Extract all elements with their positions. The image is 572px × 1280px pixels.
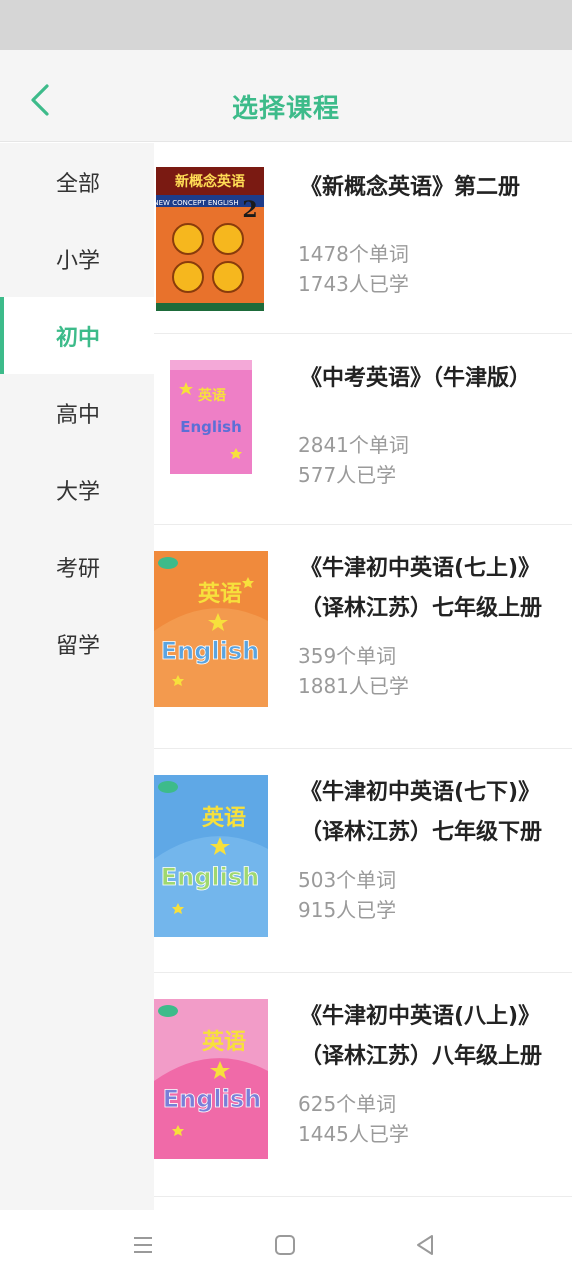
cover-title: 英语 xyxy=(197,387,226,404)
learner-count: 1881人已学 xyxy=(298,674,409,698)
course-cover: 英语 English xyxy=(154,999,268,1159)
sidebar-item-junior-high[interactable]: 初中 xyxy=(0,297,154,374)
course-item[interactable]: 英语 English 《中考英语》（牛津版） 2841个单词 577人已学 xyxy=(154,334,572,525)
cover-subtitle: English xyxy=(163,1085,261,1113)
nav-back-button[interactable] xyxy=(410,1230,440,1260)
course-cover: 新概念英语 NEW CONCEPT ENGLISH 2 xyxy=(156,167,264,311)
course-cover: 英语 English xyxy=(154,551,268,707)
cover-subtitle: English xyxy=(161,637,259,665)
course-title-line-2: （译林江苏）八年级上册 xyxy=(300,1044,543,1069)
triangle-back-icon xyxy=(417,1235,433,1255)
word-count: 625个单词 xyxy=(298,1092,397,1116)
cover-title: 英语 xyxy=(202,806,246,831)
course-title-line-2: （译林江苏）七年级下册 xyxy=(300,820,543,845)
system-nav-bar xyxy=(0,1210,572,1280)
sidebar-item-primary[interactable]: 小学 xyxy=(0,220,154,297)
course-item[interactable]: 英语 English 《牛津初中英语(七下)》 （译林江苏）七年级下册 503个… xyxy=(154,749,572,973)
nav-menu-button[interactable] xyxy=(128,1230,158,1260)
cover-subtitle: English xyxy=(180,418,242,436)
course-title-line-2: （译林江苏）七年级上册 xyxy=(300,596,543,621)
word-count: 359个单词 xyxy=(298,644,397,668)
cover-subtitle: English xyxy=(161,863,259,891)
sidebar-item-label: 全部 xyxy=(56,171,101,197)
status-bar xyxy=(0,0,572,50)
learner-count: 577人已学 xyxy=(298,463,397,487)
learner-count: 915人已学 xyxy=(298,898,397,922)
course-title-line-1: 《牛津初中英语(七上)》 xyxy=(300,556,541,581)
cover-title: 英语 xyxy=(198,582,242,607)
cover-title: 英语 xyxy=(202,1030,246,1055)
course-cover: 英语 English xyxy=(170,360,252,474)
sidebar-item-label: 大学 xyxy=(56,479,101,505)
course-title: 《中考英语》（牛津版） xyxy=(300,366,532,391)
course-title: 《新概念英语》第二册 xyxy=(300,175,521,200)
word-count: 2841个单词 xyxy=(298,433,409,457)
cover-number: 2 xyxy=(242,197,257,223)
header: 选择课程 xyxy=(0,50,572,142)
word-count: 503个单词 xyxy=(298,868,397,892)
course-item[interactable]: 英语 English 《牛津初中英语(八上)》 （译林江苏）八年级上册 625个… xyxy=(154,973,572,1197)
word-count: 1478个单词 xyxy=(298,242,409,266)
sidebar-item-senior-high[interactable]: 高中 xyxy=(0,374,154,451)
menu-icon xyxy=(134,1237,152,1253)
course-cover: 英语 English xyxy=(154,775,268,937)
nav-home-button[interactable] xyxy=(270,1230,300,1260)
course-title-line-1: 《牛津初中英语(八上)》 xyxy=(300,1004,541,1029)
learner-count: 1743人已学 xyxy=(298,272,409,296)
sidebar-item-study-abroad[interactable]: 留学 xyxy=(0,605,154,682)
course-title-line-1: 《牛津初中英语(七下)》 xyxy=(300,780,541,805)
learner-count: 1445人已学 xyxy=(298,1122,409,1146)
sidebar-item-label: 考研 xyxy=(56,556,101,582)
sidebar-item-label: 留学 xyxy=(56,633,101,659)
sidebar-item-label: 初中 xyxy=(56,325,101,351)
category-sidebar: 全部 小学 初中 高中 大学 考研 留学 xyxy=(0,143,154,1210)
square-icon xyxy=(275,1235,295,1255)
sidebar-item-label: 高中 xyxy=(56,402,101,428)
course-list: 新概念英语 NEW CONCEPT ENGLISH 2 《新概念英语》第二册 1… xyxy=(154,143,572,1197)
sidebar-item-label: 小学 xyxy=(56,248,101,274)
course-item[interactable]: 新概念英语 NEW CONCEPT ENGLISH 2 《新概念英语》第二册 1… xyxy=(154,143,572,334)
course-item[interactable]: 英语 English 《牛津初中英语(七上)》 （译林江苏）七年级上册 359个… xyxy=(154,525,572,749)
sidebar-item-all[interactable]: 全部 xyxy=(0,143,154,220)
page-title: 选择课程 xyxy=(231,94,340,124)
cover-title: 新概念英语 xyxy=(175,173,245,190)
sidebar-item-postgrad[interactable]: 考研 xyxy=(0,528,154,605)
cover-subtitle: NEW CONCEPT ENGLISH xyxy=(156,199,239,207)
sidebar-item-university[interactable]: 大学 xyxy=(0,451,154,528)
